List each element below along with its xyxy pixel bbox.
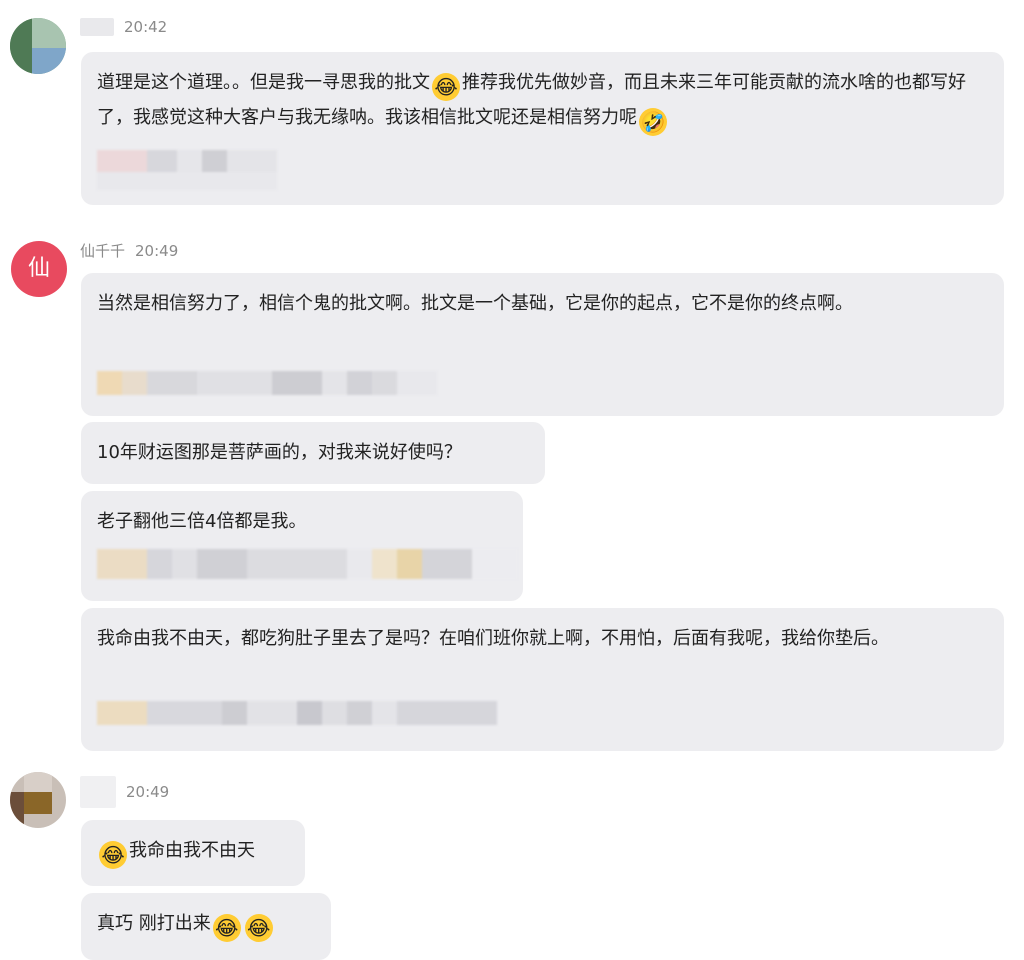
message-bubble[interactable]: 我命由我不由天，都吃狗肚子里去了是吗？在咱们班你就上啊，不用怕，后面有我呢，我给…	[81, 608, 1004, 751]
blurred-attachment	[97, 701, 497, 725]
message-text: 真巧 刚打出来 😂 😂	[97, 907, 315, 942]
message-text: 道理是这个道理。。但是我一寻思我的批文 😂 推荐我优先做妙音，而且未来三年可能贡献的…	[97, 66, 988, 136]
sender-name	[80, 18, 114, 36]
message-meta: 20:49	[80, 776, 169, 808]
blurred-attachment	[97, 371, 437, 395]
message-text: 😂 我命由我不由天	[97, 834, 289, 869]
message-bubble[interactable]: 10年财运图那是菩萨画的，对我来说好使吗？	[81, 422, 545, 484]
sender-name	[80, 776, 116, 808]
message-text: 当然是相信努力了，相信个鬼的批文啊。批文是一个基础，它是你的起点，它不是你的终点…	[97, 293, 853, 314]
avatar[interactable]	[10, 18, 66, 74]
message-text: 我命由我不由天，都吃狗肚子里去了是吗？在咱们班你就上啊，不用怕，后面有我呢，我给…	[97, 628, 889, 649]
message-text: 10年财运图那是菩萨画的，对我来说好使吗？	[97, 442, 462, 463]
avatar-pixel	[32, 18, 66, 48]
avatar-pixel	[32, 48, 66, 74]
avatar-initial: 仙	[27, 256, 50, 281]
message-bubble[interactable]: 道理是这个道理。。但是我一寻思我的批文 😂 推荐我优先做妙音，而且未来三年可能贡献的…	[81, 52, 1004, 205]
laughing-tears-emoji-icon: 😂	[212, 914, 241, 942]
text-segment: 道理是这个道理。。但是我一寻思我的批文	[97, 72, 430, 93]
avatar-pixel	[10, 792, 24, 828]
message-time: 20:42	[124, 18, 168, 36]
laughing-tears-emoji-icon: 😂	[99, 841, 127, 869]
rofl-emoji-icon: 🤣	[639, 108, 667, 136]
avatar[interactable]	[10, 772, 66, 828]
message-bubble[interactable]: 😂 我命由我不由天	[81, 820, 305, 886]
message-bubble[interactable]: 真巧 刚打出来 😂 😂	[81, 893, 331, 960]
text-segment: 我命由我不由天	[129, 840, 255, 861]
laughing-tears-emoji-icon: 😂	[432, 73, 460, 101]
blurred-attachment	[97, 549, 517, 579]
message-time: 20:49	[135, 241, 179, 260]
message-text: 老子翻他三倍4倍都是我。	[97, 511, 307, 532]
message-meta: 20:42	[80, 18, 167, 36]
avatar-pixel	[24, 792, 52, 814]
sender-name: 仙千千	[80, 242, 126, 260]
message-bubble[interactable]: 老子翻他三倍4倍都是我。	[81, 491, 523, 601]
avatar-pixel	[10, 18, 32, 74]
laughing-tears-emoji-icon: 😂	[244, 914, 273, 942]
blurred-attachment	[97, 150, 277, 190]
message-meta: 仙千千 20:49	[80, 240, 178, 261]
text-segment: 真巧 刚打出来	[97, 913, 211, 934]
avatar[interactable]: 仙	[11, 241, 67, 297]
message-time: 20:49	[126, 783, 170, 801]
message-bubble[interactable]: 当然是相信努力了，相信个鬼的批文啊。批文是一个基础，它是你的起点，它不是你的终点…	[81, 273, 1004, 416]
avatar-pixel	[24, 772, 52, 792]
